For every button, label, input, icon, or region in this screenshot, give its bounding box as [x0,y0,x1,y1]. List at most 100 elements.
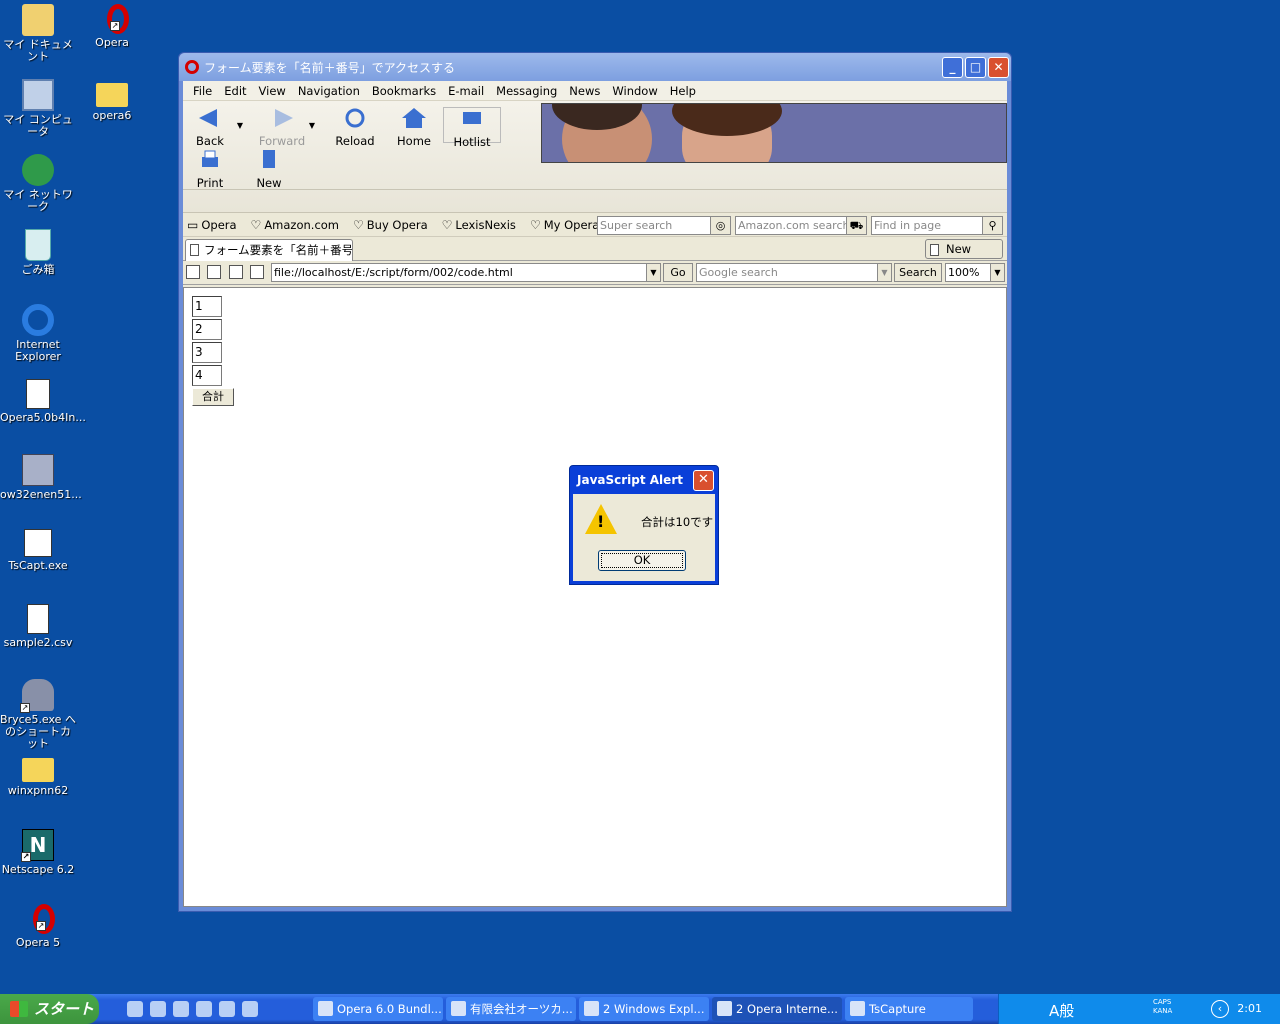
go-button[interactable]: Go [663,263,693,282]
task-tscapture[interactable]: TsCapture [845,997,973,1021]
back-dropdown-icon[interactable]: ▼ [237,121,243,130]
start-button[interactable]: スタート [0,994,99,1024]
menu-messaging[interactable]: Messaging [490,84,563,98]
alert-close-button[interactable]: ✕ [693,470,714,491]
amazon-search-input[interactable]: Amazon.com search ⛟ [735,216,867,235]
heart-icon: ♡ [353,217,364,232]
zoom-select[interactable]: 100% ▼ [945,263,1005,282]
tab-current-page[interactable]: フォーム要素を「名前＋番号」... [185,239,353,261]
page-info-icon[interactable] [229,265,243,279]
task-windows-explorer[interactable]: 2 Windows Expl... [579,997,709,1021]
desktop-icon-opera-installer[interactable]: Opera5.0b4In... [0,379,86,424]
ie-quicklaunch-icon[interactable] [127,1001,143,1017]
find-in-page-input[interactable]: Find in page ⚲ [871,216,1003,235]
setup-icon [22,454,54,486]
search-button[interactable]: Search [894,263,942,282]
new-button[interactable]: New [242,149,296,190]
super-search-input[interactable]: Super search ◎ [597,216,731,235]
menu-navigation[interactable]: Navigation [292,84,366,98]
new-page-button[interactable]: New page [925,239,1003,274]
desktop-icon-opera[interactable]: ↗ Opera [74,4,150,49]
desktop-icon-winxpnn62[interactable]: winxpnn62 [0,754,76,797]
show-hidden-icons-icon[interactable]: ‹ [1211,1000,1229,1018]
media-player-icon[interactable] [196,1001,212,1017]
zoom-dropdown-icon[interactable]: ▼ [990,264,1004,281]
ime-indicator[interactable]: A般 [1049,1000,1074,1021]
google-search-input[interactable]: Google search ▼ [696,263,892,282]
address-dropdown-icon[interactable]: ▼ [646,264,660,281]
desktop-icon-opera6[interactable]: opera6 [74,79,150,122]
alert-body: ! 合計は10です OK [573,494,715,581]
minimize-button[interactable]: _ [942,56,963,78]
outlook-quicklaunch-icon[interactable] [173,1001,189,1017]
bryce-icon: ↗ [20,679,54,713]
number-input-1[interactable]: 1 [192,296,222,317]
hotlist-button[interactable]: Hotlist [443,107,501,149]
number-input-3[interactable]: 3 [192,342,222,363]
link-amazon[interactable]: ♡ Amazon.com [251,218,339,232]
super-search-icon[interactable]: ◎ [710,217,730,234]
quicklaunch-tool-icon[interactable] [242,1001,258,1017]
reload-button[interactable]: Reload [328,107,382,148]
desktop-icon-internet-explorer[interactable]: Internet Explorer [0,304,76,363]
desktop-icon-bryce[interactable]: ↗ Bryce5.exe へのショートカット [0,679,76,750]
desktop-icon-ow32[interactable]: ow32enen51... [0,454,82,501]
print-label: Print [196,176,224,190]
tscapture-task-icon [850,1001,865,1016]
find-search-icon[interactable]: ⚲ [982,217,1002,234]
home-button[interactable]: Home [387,107,441,148]
maximize-button[interactable]: □ [965,56,986,78]
print-button[interactable]: Print [183,149,237,190]
window-menu-icon[interactable] [186,265,200,279]
menu-file[interactable]: File [187,84,218,98]
quicklaunch-app-icon[interactable] [219,1001,235,1017]
show-desktop-icon[interactable] [150,1001,166,1017]
menu-email[interactable]: E-mail [442,84,490,98]
desktop-icon-sample2-csv[interactable]: sample2.csv [0,604,76,649]
address-input[interactable]: file://localhost/E:/script/form/002/code… [271,263,661,282]
back-button[interactable]: Back ▼ [183,107,243,148]
forward-button[interactable]: Forward ▼ [255,107,315,148]
opera-icon: ↗ [107,4,129,34]
desktop-icon-my-documents[interactable]: マイ ドキュメント [0,4,76,63]
number-input-4[interactable]: 4 [192,365,222,386]
link-opera[interactable]: ▭ Opera [187,218,237,232]
camera-icon[interactable] [207,265,221,279]
task-app-icon [318,1001,333,1016]
desktop-icon-my-computer[interactable]: マイ コンピュータ [0,79,76,138]
window-titlebar[interactable]: フォーム要素を「名前＋番号」でアクセスする _ □ ✕ [179,53,1011,81]
task-opera-bundle[interactable]: Opera 6.0 Bundl... [313,997,443,1021]
menu-bookmarks[interactable]: Bookmarks [366,84,442,98]
google-dropdown-icon[interactable]: ▼ [877,264,891,281]
desktop-icon-my-network[interactable]: マイ ネットワーク [0,154,76,213]
link-buy-opera[interactable]: ♡ Buy Opera [353,218,428,232]
desktop-icon-label: TsCapt.exe [8,559,68,572]
number-input-2[interactable]: 2 [192,319,222,340]
link-my-opera[interactable]: ♡ My Opera [530,218,599,232]
cart-icon[interactable]: ⛟ [846,217,866,234]
warning-mark: ! [597,512,605,531]
forward-dropdown-icon[interactable]: ▼ [309,121,315,130]
ok-button[interactable]: OK [598,550,686,571]
alert-titlebar[interactable]: JavaScript Alert ✕ [570,466,718,494]
menu-help[interactable]: Help [664,84,702,98]
heart-icon: ♡ [529,217,541,232]
menu-edit[interactable]: Edit [218,84,252,98]
ad-banner[interactable] [541,103,1007,163]
menu-window[interactable]: Window [606,84,663,98]
print-small-icon[interactable] [250,265,264,279]
desktop-icon-recycle-bin[interactable]: ごみ箱 [0,229,76,276]
desktop-icon-netscape[interactable]: N ↗ Netscape 6.2 [0,829,76,876]
my-computer-icon [22,79,54,111]
link-lexisnexis[interactable]: ♡ LexisNexis [442,218,516,232]
desktop-icon-tscapt[interactable]: TsCapt.exe [0,529,76,572]
menu-news[interactable]: News [563,84,606,98]
sum-button[interactable]: 合計 [192,388,234,406]
close-button[interactable]: ✕ [988,56,1009,78]
desktop-icon-opera5[interactable]: ↗ Opera 5 [0,904,76,949]
print-icon [202,150,218,167]
task-opera-internet[interactable]: 2 Opera Interne... [712,997,842,1021]
menu-view[interactable]: View [253,84,292,98]
task-otsuka[interactable]: 有限会社オーツカ... [446,997,576,1021]
clock[interactable]: 2:01 [1237,1002,1262,1015]
